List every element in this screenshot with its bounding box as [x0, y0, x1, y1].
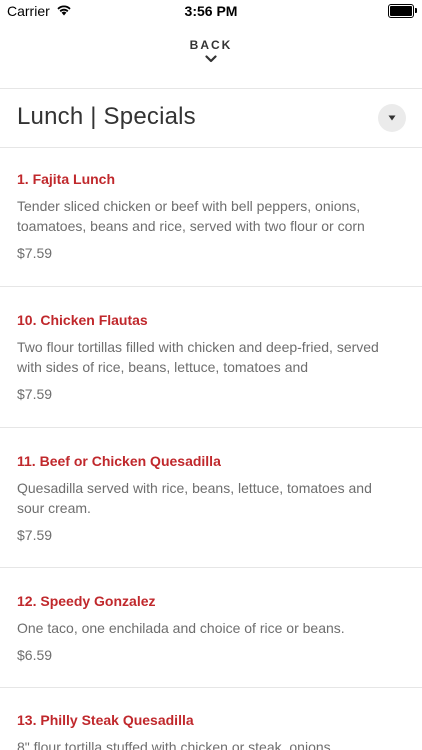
battery-icon	[388, 4, 417, 18]
menu-item[interactable]: 11. Beef or Chicken Quesadilla Quesadill…	[0, 428, 422, 567]
category-header: Lunch | Specials	[0, 89, 422, 147]
item-price: $7.59	[17, 386, 53, 402]
item-name: 10. Chicken Flautas	[17, 312, 148, 328]
status-bar: Carrier 3:56 PM	[0, 0, 422, 22]
page-title: Lunch | Specials	[17, 103, 196, 130]
menu-item[interactable]: 12. Speedy Gonzalez One taco, one enchil…	[0, 568, 422, 687]
item-name: 12. Speedy Gonzalez	[17, 593, 156, 609]
menu-item[interactable]: 10. Chicken Flautas Two flour tortillas …	[0, 287, 422, 427]
item-price: $7.59	[17, 527, 53, 543]
item-description: Tender sliced chicken or beef with bell …	[17, 198, 365, 234]
menu-item[interactable]: 13. Philly Steak Quesadilla 8" flour tor…	[0, 688, 422, 750]
item-price: $6.59	[17, 647, 53, 663]
item-name: 13. Philly Steak Quesadilla	[17, 712, 194, 728]
back-button[interactable]: BACK	[0, 38, 422, 63]
status-time: 3:56 PM	[184, 3, 238, 19]
item-description: Quesadilla served with rice, beans, lett…	[17, 480, 372, 516]
item-description: Two flour tortillas filled with chicken …	[17, 339, 379, 375]
item-description: One taco, one enchilada and choice of ri…	[17, 620, 345, 636]
item-price: $7.59	[17, 245, 53, 261]
chevron-down-icon	[205, 55, 217, 63]
caret-down-icon	[388, 115, 396, 121]
category-dropdown-button[interactable]	[378, 104, 406, 132]
item-description: 8" flour tortilla stuffed with chicken o…	[17, 739, 335, 750]
item-name: 1. Fajita Lunch	[17, 171, 116, 187]
item-name: 11. Beef or Chicken Quesadilla	[17, 453, 221, 469]
menu-item[interactable]: 1. Fajita Lunch Tender sliced chicken or…	[0, 148, 422, 286]
status-right	[388, 4, 417, 18]
back-label: BACK	[189, 38, 233, 52]
